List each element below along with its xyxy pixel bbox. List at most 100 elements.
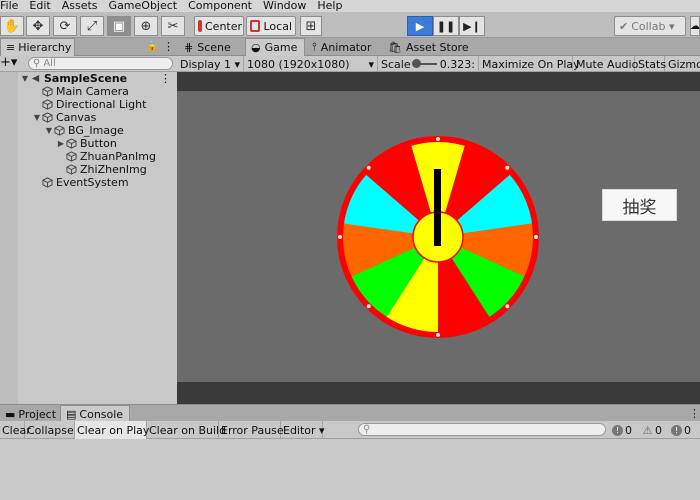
tree-item-canvas[interactable]: ▼ Canvas xyxy=(18,111,177,124)
tab-game-label: Game xyxy=(264,41,298,54)
console-search-input[interactable]: ⚲ xyxy=(358,423,606,436)
tab-asset-store-label: Asset Store xyxy=(405,40,469,54)
hierarchy-tree: ▼ SampleScene ⋮ Main Camera Directional … xyxy=(18,72,177,189)
menu-dots-icon[interactable]: ⋮ xyxy=(163,40,174,53)
scale-value: 0.323: xyxy=(439,57,475,71)
gizmos-label: Gizmo xyxy=(668,57,700,71)
error-count-toggle[interactable]: ! 0 xyxy=(671,421,691,439)
collapse-button[interactable]: Collapse xyxy=(25,421,75,439)
menu-file[interactable]: File xyxy=(0,0,29,12)
tree-item-label: Main Camera xyxy=(56,85,129,98)
hierarchy-search-input[interactable]: ⚲ All xyxy=(28,57,173,70)
tab-scene[interactable]: ⋕ Scene xyxy=(179,38,243,56)
scale-track[interactable] xyxy=(411,59,437,68)
space-local-button[interactable]: Local xyxy=(246,16,296,36)
console-log-area[interactable] xyxy=(0,439,700,500)
pause-button[interactable]: ❚❚ xyxy=(433,16,459,36)
clear-on-build-button[interactable]: Clear on Build xyxy=(147,421,226,439)
mute-label: Mute Audio xyxy=(576,57,639,71)
pivot-center-button[interactable]: Center xyxy=(194,16,244,36)
clear-on-play-label: Clear on Play xyxy=(77,423,150,437)
tree-item-eventsystem[interactable]: EventSystem xyxy=(18,176,177,189)
tree-item-directional-light[interactable]: Directional Light xyxy=(18,98,177,111)
gameobject-cube-icon xyxy=(66,151,77,162)
log-count-toggle[interactable]: ! 0 xyxy=(612,421,632,439)
collapse-label: Collapse xyxy=(27,423,74,437)
tree-item-button[interactable]: ▶ Button xyxy=(18,137,177,150)
search-icon: ⚲ xyxy=(33,58,41,69)
play-button[interactable]: ▶ xyxy=(407,16,433,36)
gameobject-cube-icon xyxy=(66,138,77,149)
resolution-dropdown[interactable]: 1080 (1920x1080) ▾ xyxy=(244,56,378,72)
custom-tool-icon[interactable]: ✂ xyxy=(161,16,185,36)
transform-tool-icon[interactable]: ⊕ xyxy=(134,16,158,36)
display-dropdown[interactable]: Display 1 ▾ xyxy=(177,56,244,72)
scale-handle[interactable] xyxy=(411,59,421,68)
gizmos-dropdown[interactable]: Gizmo xyxy=(665,56,700,72)
error-pause-button[interactable]: Error Pause xyxy=(219,421,284,439)
search-placeholder: All xyxy=(43,58,56,69)
maximize-on-play-toggle[interactable]: Maximize On Play xyxy=(479,56,580,72)
lock-icon[interactable]: 🔒 xyxy=(146,41,158,52)
tree-item-zhizhenimg[interactable]: ZhiZhenImg xyxy=(18,163,177,176)
game-control-bar: Display 1 ▾ 1080 (1920x1080) ▾ Scale 0.3… xyxy=(177,56,700,72)
lottery-draw-button[interactable]: 抽奖 xyxy=(602,189,677,221)
error-count: 0 xyxy=(684,423,691,437)
tree-item-samplescene[interactable]: ▼ SampleScene ⋮ xyxy=(18,72,177,85)
warning-count: 0 xyxy=(655,423,662,437)
mute-audio-toggle[interactable]: Mute Audio xyxy=(573,56,639,72)
menu-assets[interactable]: Assets xyxy=(60,0,109,12)
console-menu-dots-icon[interactable]: ⋮ xyxy=(689,407,700,420)
expand-arrow-icon[interactable]: ▼ xyxy=(32,113,42,122)
expand-arrow-icon[interactable]: ▼ xyxy=(44,126,54,135)
tab-game[interactable]: ◒ Game xyxy=(245,38,305,56)
folder-icon: ▬ xyxy=(5,407,16,421)
rotate-tool-icon[interactable]: ⟳ xyxy=(53,16,77,36)
tab-scene-label: Scene xyxy=(197,40,231,54)
tree-item-bg-image[interactable]: ▼ BG_Image xyxy=(18,124,177,137)
menu-window[interactable]: Window xyxy=(261,0,317,12)
scale-slider[interactable]: Scale 0.323: xyxy=(378,56,479,72)
gamepad-icon: ◒ xyxy=(251,41,261,54)
tree-item-label: SampleScene xyxy=(44,72,128,85)
tab-animator[interactable]: ⫯ Animator xyxy=(307,38,379,56)
create-plus-icon[interactable]: +▾ xyxy=(0,56,17,70)
cloud-icon[interactable]: ☁ xyxy=(690,16,700,36)
clear-on-play-button[interactable]: Clear on Play xyxy=(75,421,150,439)
collab-button[interactable]: ✔ Collab ▾ xyxy=(614,16,686,36)
console-tab-bar: ▬ Project ▤ Console ⋮ xyxy=(0,404,700,423)
tree-item-label: EventSystem xyxy=(56,176,129,189)
move-tool-icon[interactable]: ✥ xyxy=(26,16,50,36)
stats-label: Stats xyxy=(638,57,667,71)
rim-dot xyxy=(436,137,440,141)
menu-gameobject[interactable]: GameObject xyxy=(107,0,189,12)
game-canvas[interactable]: 抽奖 xyxy=(177,91,700,382)
tab-hierarchy[interactable]: ≡ Hierarchy xyxy=(0,38,75,56)
expand-arrow-icon[interactable]: ▼ xyxy=(20,74,30,83)
tree-item-zhuanpanimg[interactable]: ZhuanPanImg xyxy=(18,150,177,163)
gameobject-cube-icon xyxy=(66,164,77,175)
hand-tool-icon[interactable]: ✋ xyxy=(0,16,24,36)
rect-tool-icon[interactable]: ▣ xyxy=(107,16,131,36)
menu-edit[interactable]: Edit xyxy=(27,0,61,12)
scale-tool-icon[interactable]: ⤢ xyxy=(80,16,104,36)
hierarchy-gutter xyxy=(0,72,18,404)
grid-snap-icon[interactable]: ⊞ xyxy=(300,16,322,36)
space-label: Local xyxy=(263,19,292,33)
tab-project-label: Project xyxy=(18,407,57,421)
tree-item-main-camera[interactable]: Main Camera xyxy=(18,85,177,98)
console-toolbar: Clear Collapse Clear on Play Clear on Bu… xyxy=(0,421,700,439)
gameobject-cube-icon xyxy=(54,125,65,136)
menu-component[interactable]: Component xyxy=(186,0,263,12)
editor-dropdown[interactable]: Editor ▾ xyxy=(281,421,325,439)
stats-toggle[interactable]: Stats xyxy=(635,56,667,72)
scene-menu-icon[interactable]: ⋮ xyxy=(160,72,177,85)
tab-asset-store[interactable]: 🛍 Asset Store xyxy=(383,38,473,56)
menu-help[interactable]: Help xyxy=(315,0,353,12)
step-button[interactable]: ▶❙ xyxy=(459,16,485,36)
prize-wheel[interactable] xyxy=(335,134,541,340)
collapse-arrow-icon[interactable]: ▶ xyxy=(56,139,66,148)
clear-button[interactable]: Clear xyxy=(0,421,31,439)
warning-count-toggle[interactable]: ⚠ 0 xyxy=(642,421,662,439)
list-icon: ≡ xyxy=(6,41,16,54)
